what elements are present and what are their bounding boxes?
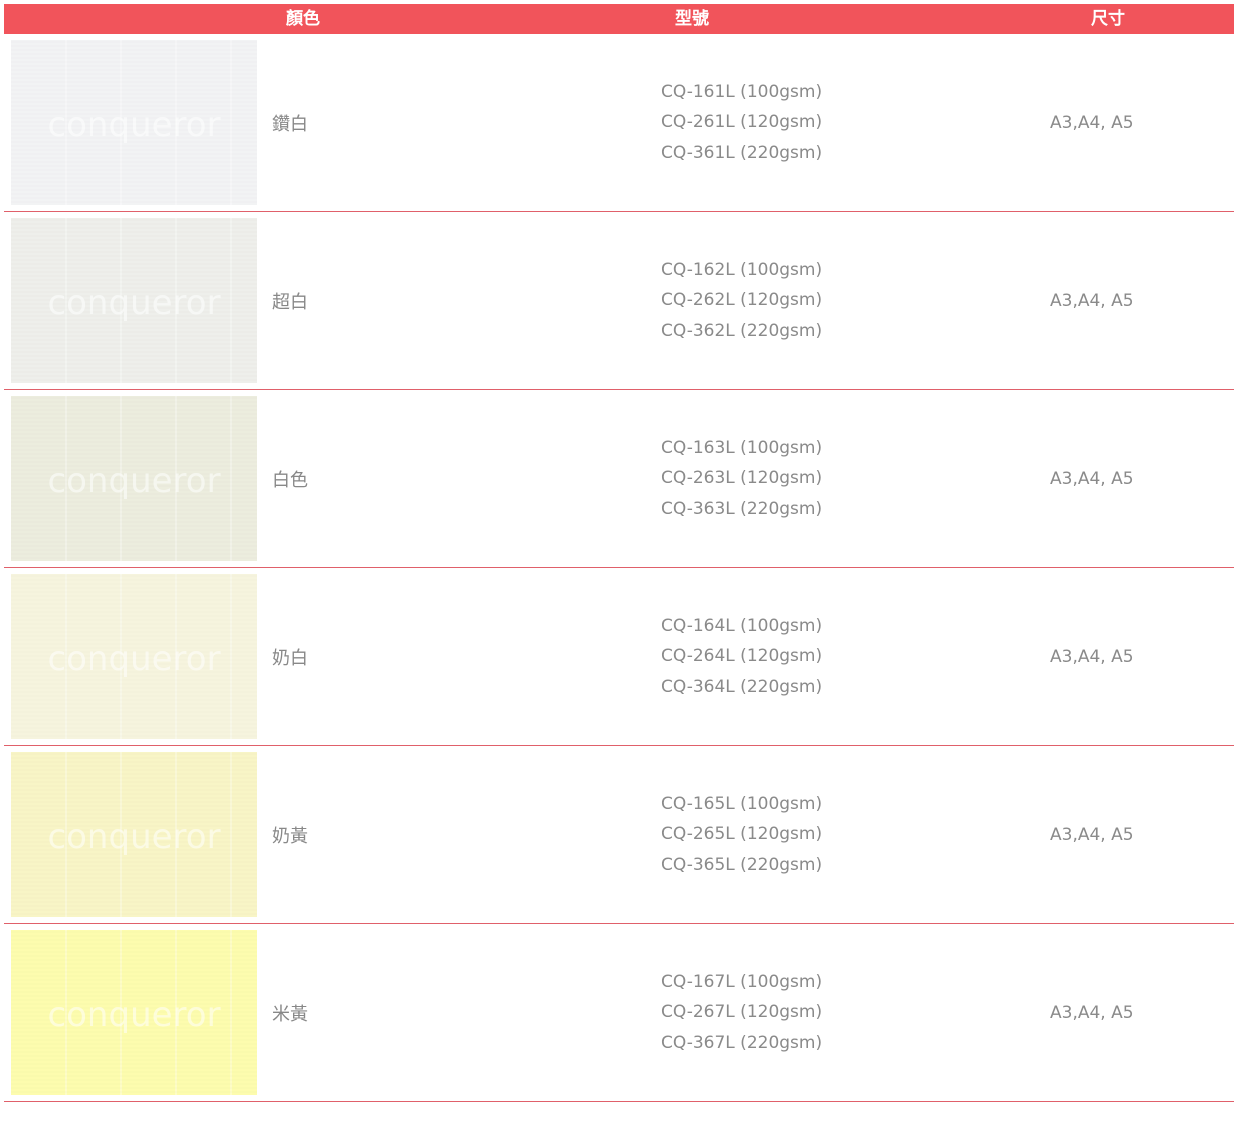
model-list: CQ-164L (100gsm) CQ-264L (120gsm) CQ-364L … bbox=[661, 568, 822, 745]
paper-spec-table: 顏色 型號 尺寸 conqueror 鑽白 CQ-161L (100gsm) CQ-2… bbox=[4, 4, 1234, 1102]
table-header: 顏色 型號 尺寸 bbox=[4, 4, 1234, 34]
color-name: 奶黃 bbox=[272, 825, 308, 847]
conqueror-watermark: conqueror bbox=[47, 639, 220, 679]
color-name: 鑽白 bbox=[272, 113, 308, 135]
paper-swatch-image: conqueror bbox=[11, 396, 257, 561]
table-row: conqueror 米黃 CQ-167L (100gsm) CQ-267L (120g… bbox=[4, 924, 1234, 1102]
size-list: A3,A4, A5 bbox=[1050, 646, 1134, 667]
table-row: conqueror 白色 CQ-163L (100gsm) CQ-263L (120g… bbox=[4, 390, 1234, 568]
paper-swatch-image: conqueror bbox=[11, 930, 257, 1095]
model-code: CQ-164L (100gsm) bbox=[661, 615, 823, 636]
model-code: CQ-365L (220gsm) bbox=[661, 854, 823, 875]
color-name: 米黃 bbox=[272, 1003, 308, 1025]
header-model: 型號 bbox=[675, 9, 709, 29]
table-row: conqueror 奶黃 CQ-165L (100gsm) CQ-265L (120g… bbox=[4, 746, 1234, 924]
size-list: A3,A4, A5 bbox=[1050, 1002, 1134, 1023]
model-code: CQ-161L (100gsm) bbox=[661, 81, 823, 102]
model-code: CQ-264L (120gsm) bbox=[661, 646, 823, 667]
paper-swatch-image: conqueror bbox=[11, 218, 257, 383]
model-code: CQ-167L (100gsm) bbox=[661, 971, 823, 992]
model-code: CQ-163L (100gsm) bbox=[661, 437, 823, 458]
model-code: CQ-363L (220gsm) bbox=[661, 498, 823, 519]
model-list: CQ-167L (100gsm) CQ-267L (120gsm) CQ-367L … bbox=[661, 924, 822, 1101]
model-code: CQ-265L (120gsm) bbox=[661, 824, 823, 845]
model-code: CQ-267L (120gsm) bbox=[661, 1002, 823, 1023]
model-code: CQ-361L (220gsm) bbox=[661, 142, 823, 163]
conqueror-watermark: conqueror bbox=[47, 105, 220, 145]
conqueror-watermark: conqueror bbox=[47, 461, 220, 501]
table-row: conqueror 鑽白 CQ-161L (100gsm) CQ-261L (120g… bbox=[4, 34, 1234, 212]
conqueror-watermark: conqueror bbox=[47, 817, 220, 857]
model-code: CQ-261L (120gsm) bbox=[661, 112, 823, 133]
size-list: A3,A4, A5 bbox=[1050, 824, 1134, 845]
model-list: CQ-165L (100gsm) CQ-265L (120gsm) CQ-365L … bbox=[661, 746, 822, 923]
model-code: CQ-263L (120gsm) bbox=[661, 468, 823, 489]
model-code: CQ-262L (120gsm) bbox=[661, 290, 823, 311]
color-name: 白色 bbox=[272, 469, 308, 491]
model-list: CQ-161L (100gsm) CQ-261L (120gsm) CQ-361L … bbox=[661, 34, 822, 211]
model-list: CQ-162L (100gsm) CQ-262L (120gsm) CQ-362L … bbox=[661, 212, 822, 389]
size-list: A3,A4, A5 bbox=[1050, 112, 1134, 133]
model-code: CQ-364L (220gsm) bbox=[661, 676, 823, 697]
table-row: conqueror 超白 CQ-162L (100gsm) CQ-262L (120g… bbox=[4, 212, 1234, 390]
size-list: A3,A4, A5 bbox=[1050, 290, 1134, 311]
header-size: 尺寸 bbox=[1091, 9, 1125, 29]
model-code: CQ-362L (220gsm) bbox=[661, 320, 823, 341]
size-list: A3,A4, A5 bbox=[1050, 468, 1134, 489]
conqueror-watermark: conqueror bbox=[47, 995, 220, 1035]
table-row: conqueror 奶白 CQ-164L (100gsm) CQ-264L (120g… bbox=[4, 568, 1234, 746]
model-code: CQ-162L (100gsm) bbox=[661, 259, 823, 280]
paper-swatch-image: conqueror bbox=[11, 40, 257, 205]
color-name: 奶白 bbox=[272, 647, 308, 669]
model-list: CQ-163L (100gsm) CQ-263L (120gsm) CQ-363L … bbox=[661, 390, 822, 567]
model-code: CQ-165L (100gsm) bbox=[661, 793, 823, 814]
conqueror-watermark: conqueror bbox=[47, 283, 220, 323]
color-name: 超白 bbox=[272, 291, 308, 313]
paper-swatch-image: conqueror bbox=[11, 752, 257, 917]
header-color: 顏色 bbox=[286, 9, 320, 29]
paper-swatch-image: conqueror bbox=[11, 574, 257, 739]
table-body: conqueror 鑽白 CQ-161L (100gsm) CQ-261L (120g… bbox=[4, 34, 1234, 1102]
model-code: CQ-367L (220gsm) bbox=[661, 1032, 823, 1053]
